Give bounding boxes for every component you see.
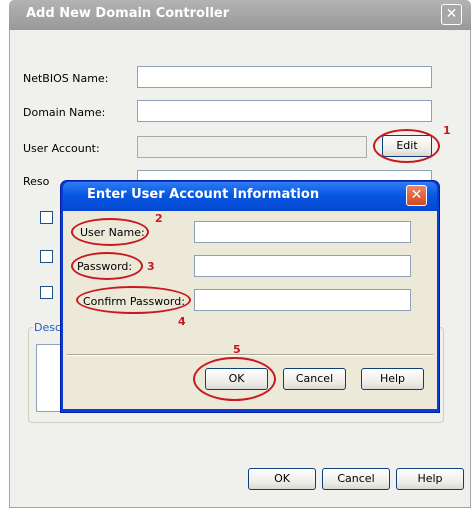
dialog-separator (67, 354, 433, 356)
domain-name-label: Domain Name: (23, 106, 106, 119)
password-input[interactable] (194, 255, 411, 277)
dialog-cancel-button[interactable]: Cancel (283, 368, 346, 390)
annotation-circle-password (71, 252, 143, 280)
option-checkbox-2[interactable] (40, 250, 53, 263)
option-checkbox-1[interactable] (40, 211, 53, 224)
annotation-circle-confirm-password (76, 286, 191, 314)
domain-name-input[interactable] (137, 100, 432, 122)
dialog-title: Enter User Account Information (87, 187, 320, 202)
annotation-number-3: 3 (147, 260, 155, 273)
main-cancel-button[interactable]: Cancel (322, 468, 390, 490)
netbios-label: NetBIOS Name: (23, 72, 109, 85)
main-window-title: Add New Domain Controller (26, 6, 230, 21)
main-close-button[interactable]: ✕ (441, 4, 462, 25)
option-checkbox-3[interactable] (40, 286, 53, 299)
resource-label: Reso (23, 175, 50, 188)
annotation-number-5: 5 (233, 343, 241, 356)
main-help-button[interactable]: Help (396, 468, 464, 490)
annotation-number-2: 2 (155, 212, 163, 225)
annotation-number-1: 1 (443, 124, 451, 137)
user-name-input[interactable] (194, 221, 411, 243)
dialog-close-button[interactable]: ✕ (406, 185, 427, 206)
main-ok-button[interactable]: OK (248, 468, 316, 490)
annotation-circle-user-name (71, 218, 149, 246)
description-legend: Desc (33, 321, 63, 334)
annotation-circle-ok (193, 357, 276, 401)
confirm-password-input[interactable] (194, 289, 411, 311)
user-account-input (137, 136, 367, 158)
annotation-circle-edit (373, 129, 440, 163)
netbios-input[interactable] (137, 66, 432, 88)
close-icon: ✕ (445, 6, 458, 22)
user-account-label: User Account: (23, 142, 100, 155)
dialog-help-button[interactable]: Help (361, 368, 424, 390)
annotation-number-4: 4 (178, 315, 186, 328)
close-icon: ✕ (410, 187, 423, 203)
